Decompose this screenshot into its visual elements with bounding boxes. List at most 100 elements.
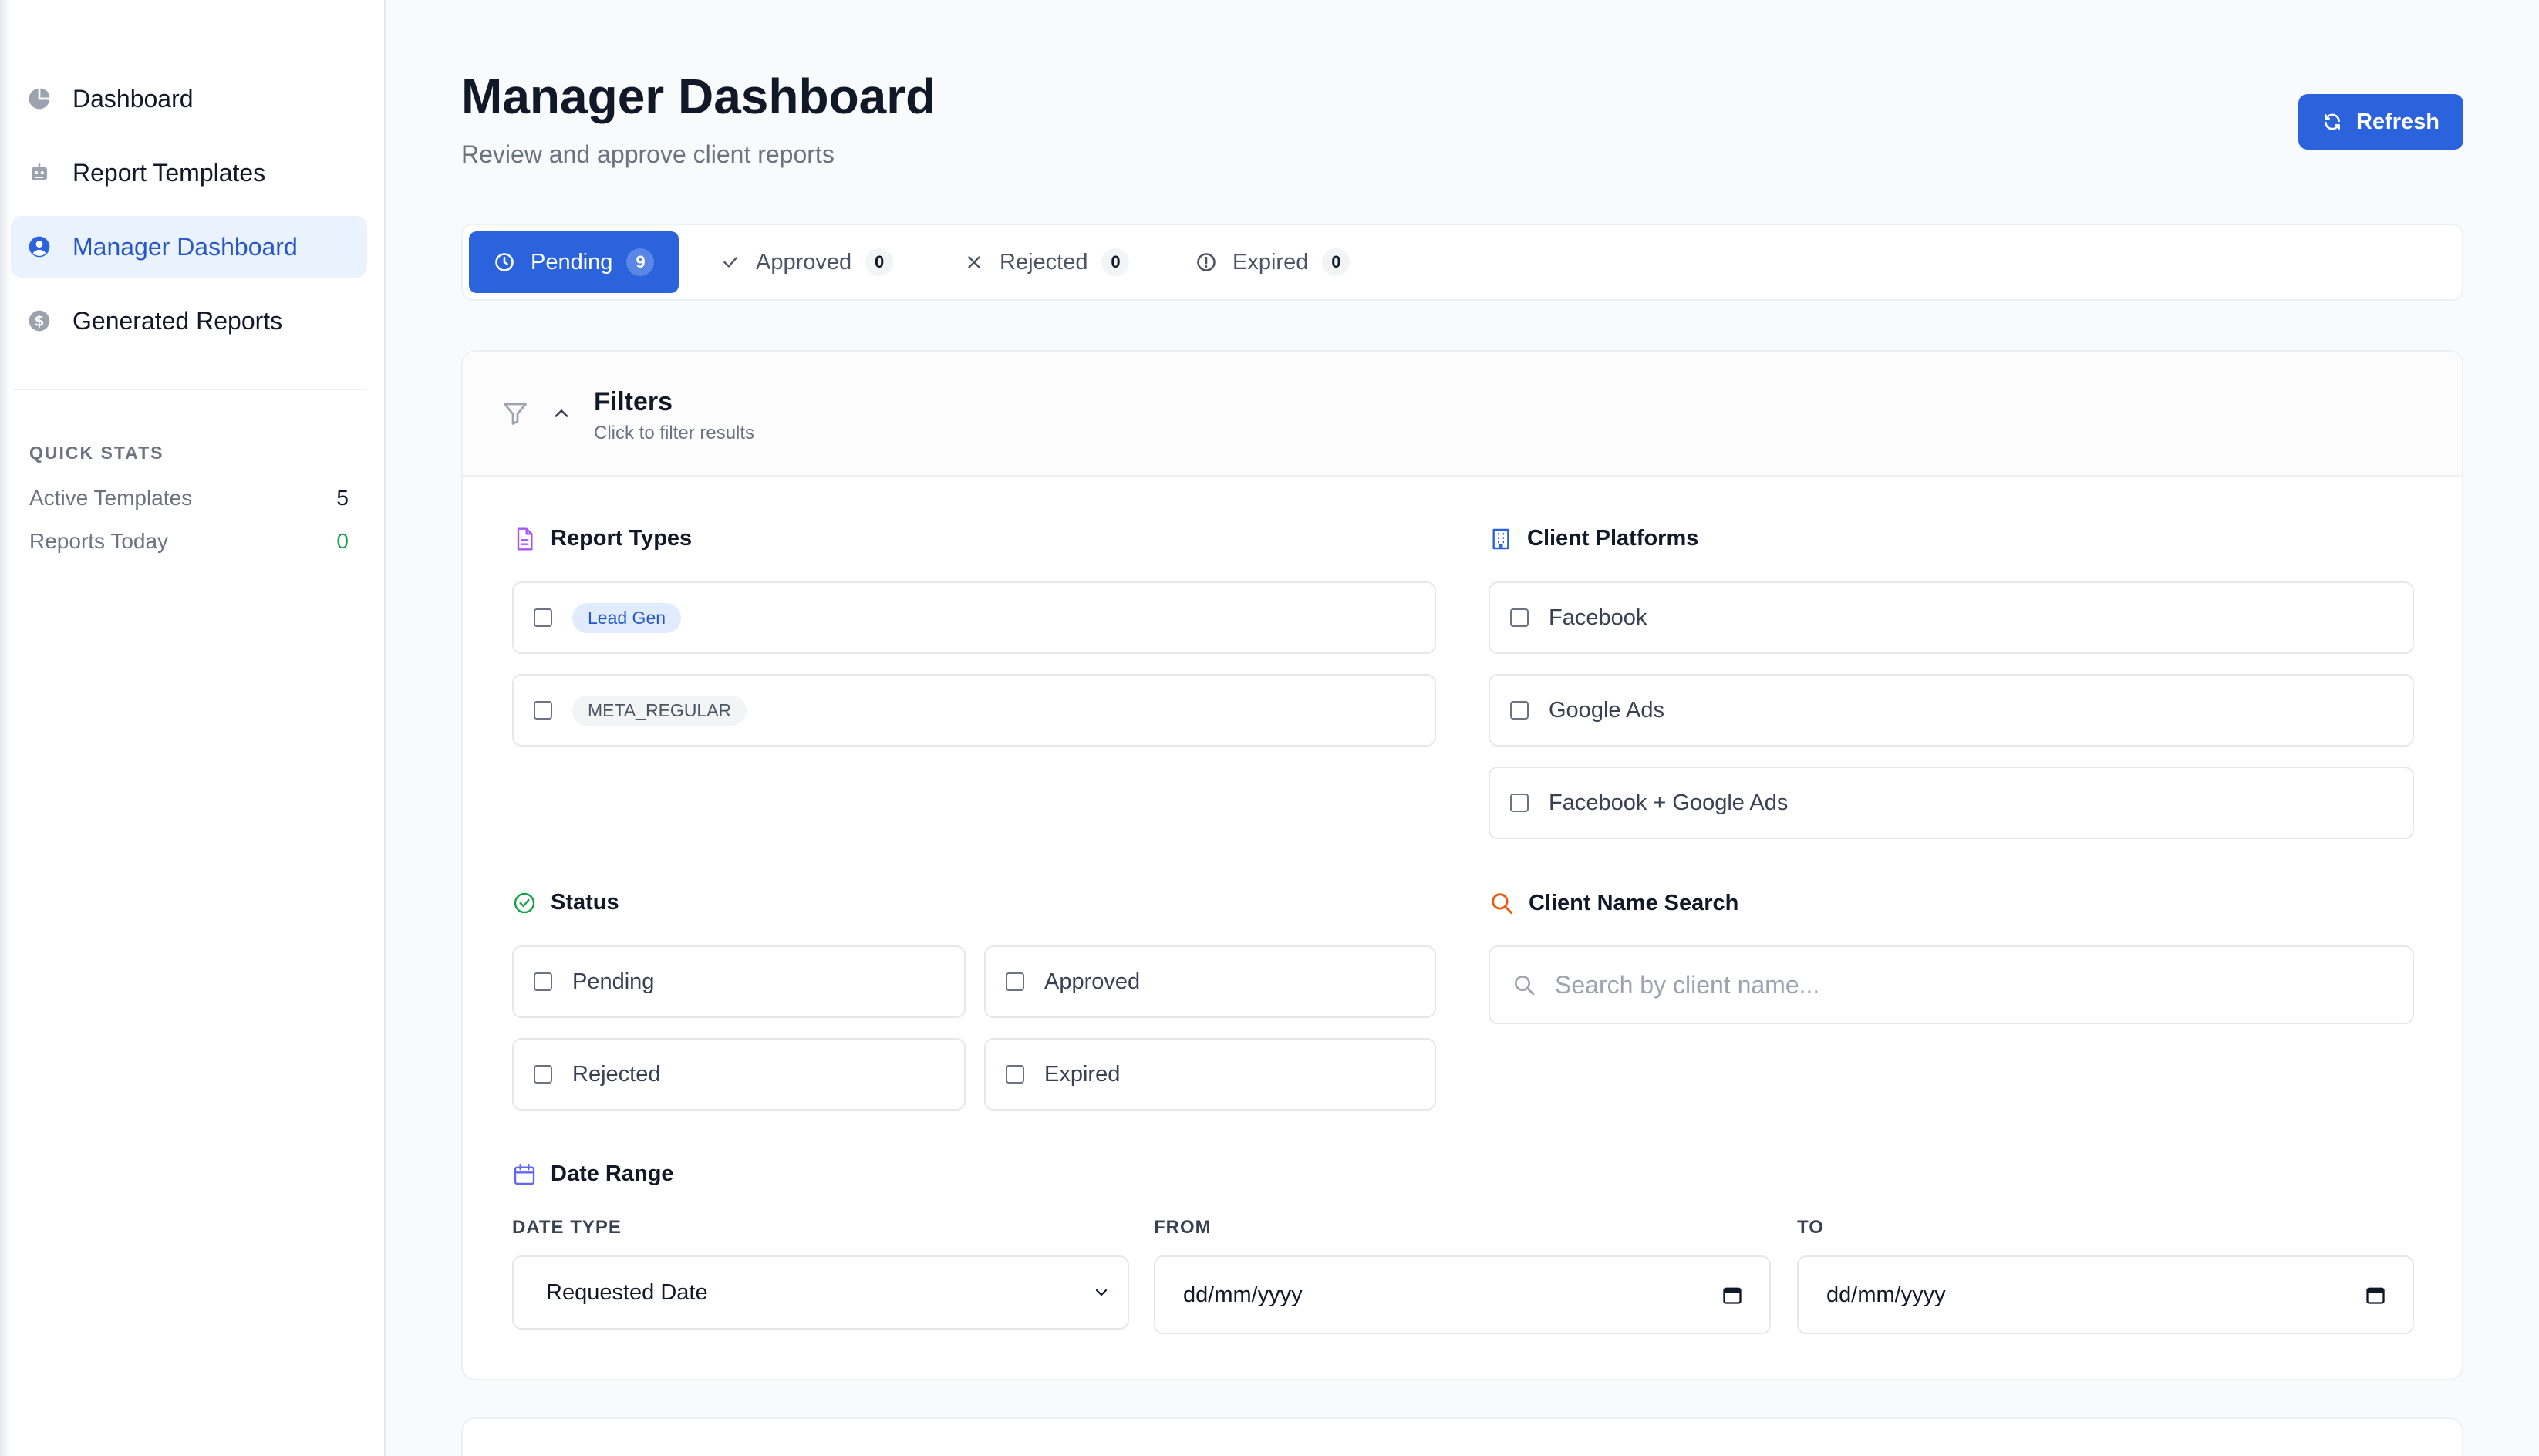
refresh-button[interactable]: Refresh — [2298, 94, 2463, 150]
checkbox[interactable] — [1510, 608, 1529, 627]
tab-label: Rejected — [1000, 249, 1088, 275]
tab-approved[interactable]: Approved 0 — [720, 231, 894, 293]
status-label: Status — [512, 890, 619, 915]
quick-stats-title: QUICK STATS — [29, 443, 164, 463]
date-from-label: FROM — [1154, 1217, 1212, 1238]
report-type-pill: META_REGULAR — [572, 695, 747, 726]
filters-card: Filters Click to filter results Report T… — [461, 350, 2463, 1380]
sidebar-item-report-templates[interactable]: Report Templates — [11, 142, 367, 204]
checkbox[interactable] — [1006, 972, 1024, 991]
tab-pending[interactable]: Pending 9 — [469, 231, 679, 293]
date-to-input[interactable]: dd/mm/yyyy — [1797, 1255, 2414, 1334]
option-label: Expired — [1044, 1061, 1121, 1087]
checkbox[interactable] — [534, 972, 552, 991]
check-icon — [720, 252, 740, 272]
refresh-icon — [2322, 112, 2342, 132]
page-subtitle: Review and approve client reports — [461, 140, 835, 168]
tab-rejected[interactable]: Rejected 0 — [964, 231, 1130, 293]
option-label: Rejected — [572, 1061, 661, 1087]
option-label: Facebook + Google Ads — [1549, 790, 1789, 815]
date-to-label: TO — [1797, 1217, 1824, 1238]
section-label-text: Report Types — [551, 526, 693, 551]
check-circle-icon — [512, 891, 537, 915]
quick-stat-label: Reports Today — [29, 529, 169, 553]
report-type-pill: Lead Gen — [572, 602, 682, 633]
tab-label: Pending — [531, 249, 613, 275]
sidebar-item-manager-dashboard[interactable]: Manager Dashboard — [11, 216, 367, 278]
refresh-label: Refresh — [2356, 109, 2440, 134]
sidebar-item-label: Manager Dashboard — [72, 232, 298, 261]
robot-icon — [26, 160, 52, 186]
section-label-text: Date Range — [551, 1161, 674, 1186]
sidebar-item-dashboard[interactable]: Dashboard — [11, 68, 367, 130]
sidebar: Dashboard Report Templates Manager Dashb… — [0, 0, 386, 1456]
date-value: dd/mm/yyyy — [1183, 1282, 1303, 1307]
checkbox[interactable] — [534, 701, 552, 720]
tab-label: Approved — [756, 249, 852, 275]
sidebar-item-label: Report Templates — [72, 158, 266, 187]
search-icon — [1512, 972, 1536, 997]
platform-option-facebook[interactable]: Facebook — [1489, 581, 2414, 654]
date-value: dd/mm/yyyy — [1826, 1282, 1946, 1307]
sidebar-item-generated-reports[interactable]: $ Generated Reports — [11, 290, 367, 352]
date-from-input[interactable]: dd/mm/yyyy — [1154, 1255, 1771, 1334]
platform-option-facebook-google-ads[interactable]: Facebook + Google Ads — [1489, 767, 2414, 839]
platform-option-google-ads[interactable]: Google Ads — [1489, 674, 2414, 747]
section-label-text: Status — [551, 890, 619, 915]
building-icon — [1489, 527, 1513, 551]
client-search-input[interactable]: Search by client name... — [1489, 945, 2414, 1024]
checkbox[interactable] — [1510, 701, 1529, 720]
tab-count-badge: 9 — [626, 248, 655, 276]
calendar-picker-icon[interactable] — [2365, 1284, 2386, 1306]
sidebar-nav: Dashboard Report Templates Manager Dashb… — [11, 68, 367, 364]
status-option-rejected[interactable]: Rejected — [512, 1038, 966, 1111]
chevron-up-icon[interactable] — [551, 403, 572, 428]
date-type-select[interactable]: Requested Date — [512, 1255, 1129, 1330]
calendar-picker-icon[interactable] — [1721, 1284, 1743, 1306]
checkbox[interactable] — [534, 1065, 552, 1084]
tab-count-badge: 0 — [1322, 248, 1350, 276]
checkbox[interactable] — [1510, 794, 1529, 812]
option-label: Approved — [1044, 969, 1141, 994]
section-label-text: Client Name Search — [1529, 890, 1739, 915]
date-type-label: DATE TYPE — [512, 1217, 622, 1238]
quick-stat-label: Active Templates — [29, 486, 193, 510]
checkbox[interactable] — [534, 608, 552, 627]
close-icon — [964, 252, 984, 272]
quick-stat-value: 0 — [336, 529, 349, 553]
report-type-option-meta-regular[interactable]: META_REGULAR — [512, 674, 1436, 747]
quick-stat-active-templates: Active Templates 5 — [29, 486, 349, 511]
filter-icon — [501, 399, 529, 431]
tab-label: Expired — [1232, 249, 1309, 275]
section-label-text: Client Platforms — [1527, 526, 1699, 551]
search-icon — [1489, 890, 1515, 916]
alert-circle-icon — [1195, 251, 1217, 273]
tab-expired[interactable]: Expired 0 — [1195, 231, 1350, 293]
pie-chart-icon — [26, 86, 52, 112]
checkbox[interactable] — [1006, 1065, 1024, 1084]
option-label: Pending — [572, 969, 655, 994]
client-platforms-label: Client Platforms — [1489, 526, 1698, 551]
tab-count-badge: 0 — [865, 248, 894, 276]
quick-stat-value: 5 — [336, 486, 349, 510]
search-placeholder: Search by client name... — [1555, 970, 1820, 999]
filters-title: Filters — [594, 387, 673, 416]
clock-icon — [494, 251, 515, 273]
date-range-label: Date Range — [512, 1161, 674, 1187]
status-option-pending[interactable]: Pending — [512, 945, 966, 1018]
sidebar-divider — [12, 389, 366, 390]
page-title: Manager Dashboard — [461, 69, 936, 124]
user-circle-icon — [26, 234, 52, 260]
status-option-expired[interactable]: Expired — [984, 1038, 1436, 1111]
report-type-option-lead-gen[interactable]: Lead Gen — [512, 581, 1436, 654]
svg-text:$: $ — [35, 314, 45, 330]
sidebar-item-label: Generated Reports — [72, 306, 283, 335]
select-value: Requested Date — [546, 1279, 708, 1305]
tab-count-badge: 0 — [1101, 248, 1130, 276]
option-label: Facebook — [1549, 605, 1647, 630]
filters-header[interactable]: Filters Click to filter results — [463, 352, 2462, 477]
status-option-approved[interactable]: Approved — [984, 945, 1436, 1018]
filters-subtitle: Click to filter results — [594, 423, 755, 443]
option-label: Google Ads — [1549, 697, 1664, 723]
main-content: Manager Dashboard Review and approve cli… — [386, 0, 2539, 1456]
